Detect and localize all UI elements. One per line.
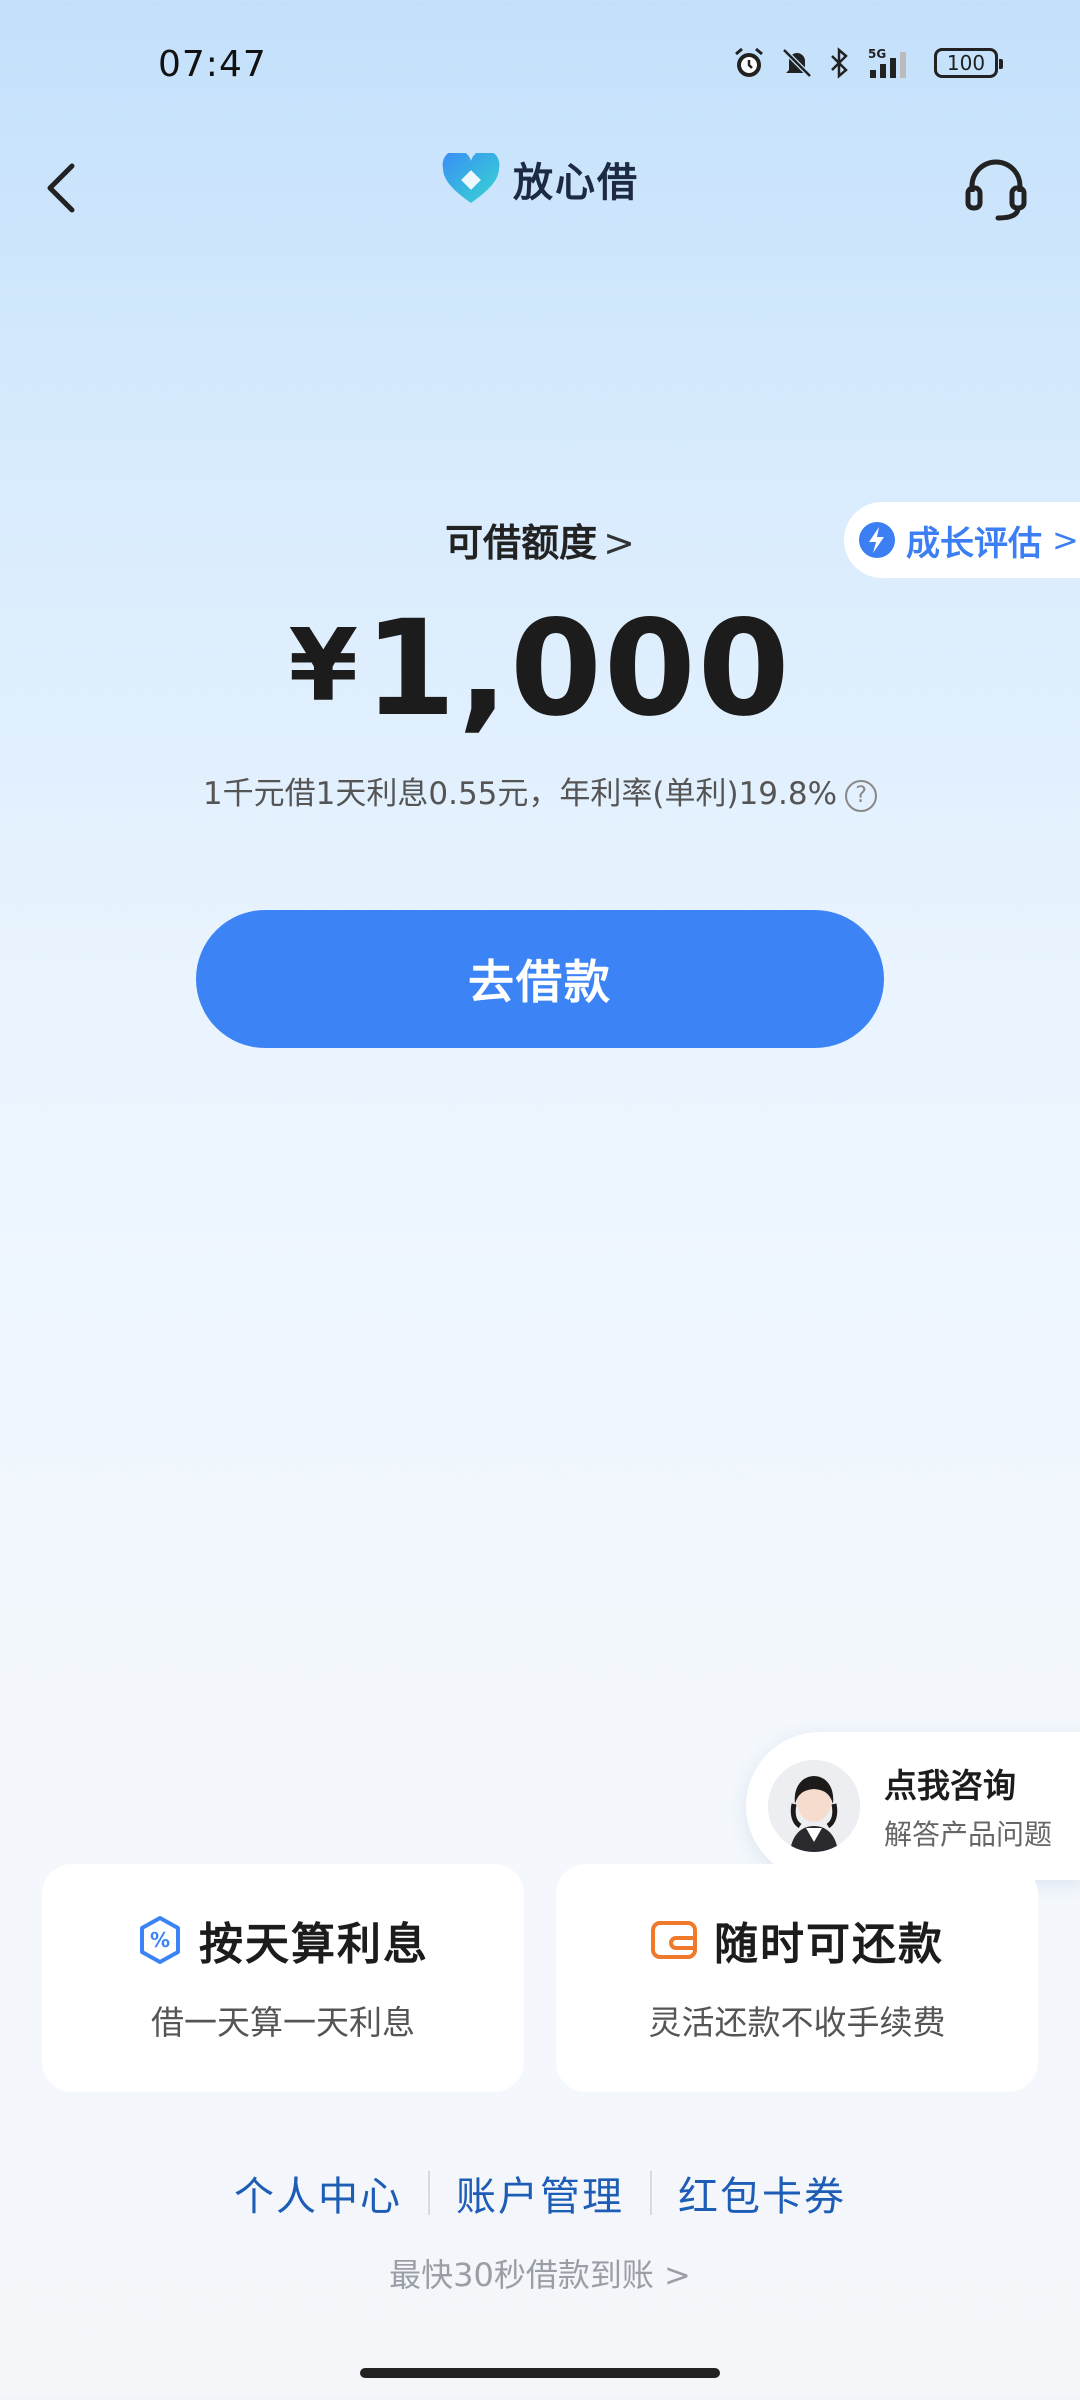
growth-label: 成长评估	[906, 523, 1042, 564]
heart-logo-icon	[442, 153, 500, 203]
signal-5g-icon: 5G	[868, 47, 906, 78]
status-icons: 5G 100	[732, 46, 1003, 80]
interest-rate-text: 1千元借1天利息0.55元，年利率(单利)19.8%?	[0, 768, 1080, 813]
wallet-icon	[651, 1921, 697, 1959]
feature-title: 按天算利息	[199, 1919, 429, 1970]
currency-symbol: ¥	[288, 607, 361, 724]
bolt-icon	[859, 522, 895, 558]
amount-value: 1,000	[364, 592, 792, 746]
bluetooth-icon	[831, 47, 848, 79]
link-personal-center[interactable]: 个人中心	[208, 2164, 428, 2222]
home-indicator[interactable]	[360, 2368, 720, 2378]
feature-card-repay-anytime: 随时可还款 灵活还款不收手续费	[556, 1864, 1038, 2092]
feature-title: 随时可还款	[714, 1919, 944, 1970]
consult-title: 点我咨询	[884, 1766, 1016, 1805]
customer-service-button[interactable]	[960, 152, 1032, 224]
chevron-right-icon: >	[603, 521, 635, 565]
chevron-right-icon: >	[1052, 521, 1079, 559]
brand-logo: 放心借	[0, 150, 1080, 208]
headset-icon	[965, 159, 1027, 221]
borrow-button[interactable]: 去借款	[196, 910, 884, 1048]
alarm-icon	[735, 47, 763, 77]
available-amount: ¥1,000	[0, 592, 1080, 746]
brand-name: 放心借	[513, 160, 639, 206]
consult-subtitle: 解答产品问题	[884, 1818, 1053, 1851]
quota-label: 可借额度	[445, 521, 598, 565]
feature-subtitle: 灵活还款不收手续费	[648, 2003, 946, 2042]
percent-hexagon-icon: %	[140, 1916, 180, 1964]
link-account-management[interactable]: 账户管理	[430, 2164, 650, 2222]
consult-bubble[interactable]: 点我咨询 解答产品问题	[746, 1732, 1080, 1880]
mute-bell-icon	[782, 48, 812, 78]
feature-subtitle: 借一天算一天利息	[151, 2003, 415, 2042]
link-coupons[interactable]: 红包卡券	[652, 2164, 872, 2222]
agent-avatar	[768, 1760, 860, 1852]
fast-arrival-note[interactable]: 最快30秒借款到账 >	[0, 2250, 1080, 2296]
feature-card-daily-interest: % 按天算利息 借一天算一天利息	[42, 1864, 524, 2092]
status-time: 07:47	[158, 44, 267, 85]
growth-assessment-button[interactable]: 成长评估 >	[844, 502, 1080, 578]
svg-text:%: %	[150, 1928, 170, 1952]
footer-links: 个人中心 账户管理 红包卡券	[0, 2164, 1080, 2222]
help-icon[interactable]: ?	[845, 779, 878, 812]
battery-icon: 100	[934, 48, 1003, 78]
svg-text:5G: 5G	[868, 47, 886, 61]
rate-text: 1千元借1天利息0.55元，年利率(单利)19.8%	[202, 776, 838, 812]
